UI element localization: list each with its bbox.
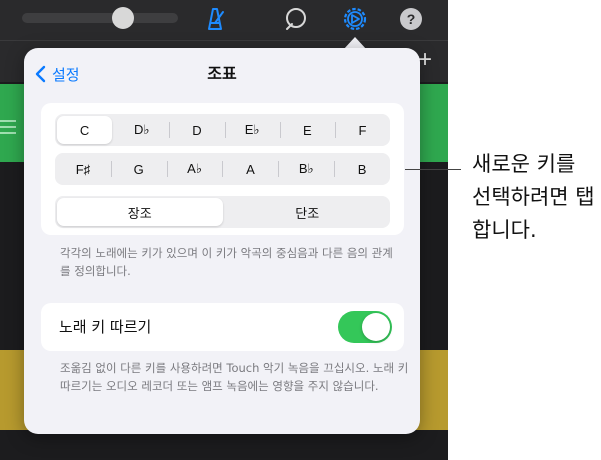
follow-song-key-row: 노래 키 따르기 (41, 303, 404, 351)
key-button[interactable]: D♭ (114, 114, 169, 146)
key-signature-popover: 설정 조표 C D♭ D E♭ E F F♯ G A♭ A B♭ B 장조 단조… (24, 48, 420, 434)
key-button[interactable]: B♭ (278, 153, 334, 185)
key-button[interactable]: A (222, 153, 278, 185)
key-button[interactable]: E♭ (224, 114, 280, 146)
key-row-1: C D♭ D E♭ E F (55, 114, 390, 146)
key-button[interactable]: C (57, 116, 113, 144)
key-button[interactable]: E (279, 114, 335, 146)
callout-leader-line (405, 169, 461, 170)
control-bar: ? (0, 0, 448, 40)
mode-minor-button[interactable]: 단조 (225, 196, 391, 228)
key-row-2: F♯ G A♭ A B♭ B (55, 153, 390, 185)
key-button[interactable]: B (334, 153, 390, 185)
follow-song-key-toggle[interactable] (338, 311, 392, 343)
key-description: 각각의 노래에는 키가 있으며 이 키가 악곡의 중심음과 다른 음의 관계를 … (60, 246, 393, 278)
settings-gear-icon[interactable] (340, 4, 370, 34)
key-button[interactable]: F (334, 114, 390, 146)
popover-nav-bar: 설정 조표 (24, 62, 420, 86)
metronome-icon[interactable] (202, 6, 228, 32)
toggle-knob (362, 313, 390, 341)
add-track-plus-icon[interactable]: + (418, 48, 432, 72)
loop-icon[interactable] (283, 6, 309, 32)
follow-song-key-label: 노래 키 따르기 (59, 318, 152, 336)
key-button[interactable]: F♯ (55, 153, 111, 185)
mode-segmented-control: 장조 단조 (55, 196, 390, 228)
follow-song-key-description: 조옮김 없이 다른 키를 사용하려면 Touch 악기 녹음을 끄십시오. 노래… (60, 361, 409, 393)
key-button[interactable]: A♭ (166, 153, 223, 185)
track-handle-icon (0, 120, 16, 134)
key-picker-card: C D♭ D E♭ E F F♯ G A♭ A B♭ B 장조 단조 (41, 103, 404, 235)
master-volume-knob[interactable] (112, 7, 134, 29)
popover-title: 조표 (207, 64, 237, 83)
help-icon[interactable]: ? (400, 8, 422, 30)
key-button[interactable]: G (110, 153, 167, 185)
mode-major-button[interactable]: 장조 (57, 198, 223, 226)
callout-text: 새로운 키를 선택하려면 탭합니다. (472, 152, 595, 242)
master-volume-slider[interactable] (22, 13, 178, 23)
key-button[interactable]: D (169, 114, 224, 146)
